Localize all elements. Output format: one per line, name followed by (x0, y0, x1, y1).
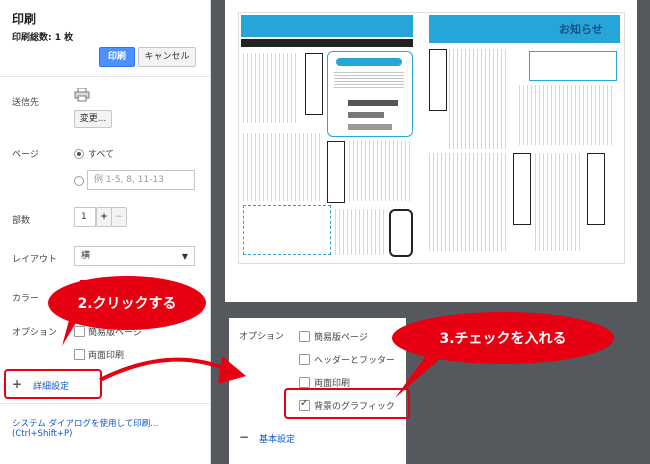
arrow-line (99, 357, 229, 382)
step2-callout: 2.クリックする (48, 276, 206, 330)
step3-callout: 3.チェックを入れる (392, 312, 614, 364)
annotation-arrows (62, 280, 450, 398)
arrow-head-icon (218, 356, 246, 384)
